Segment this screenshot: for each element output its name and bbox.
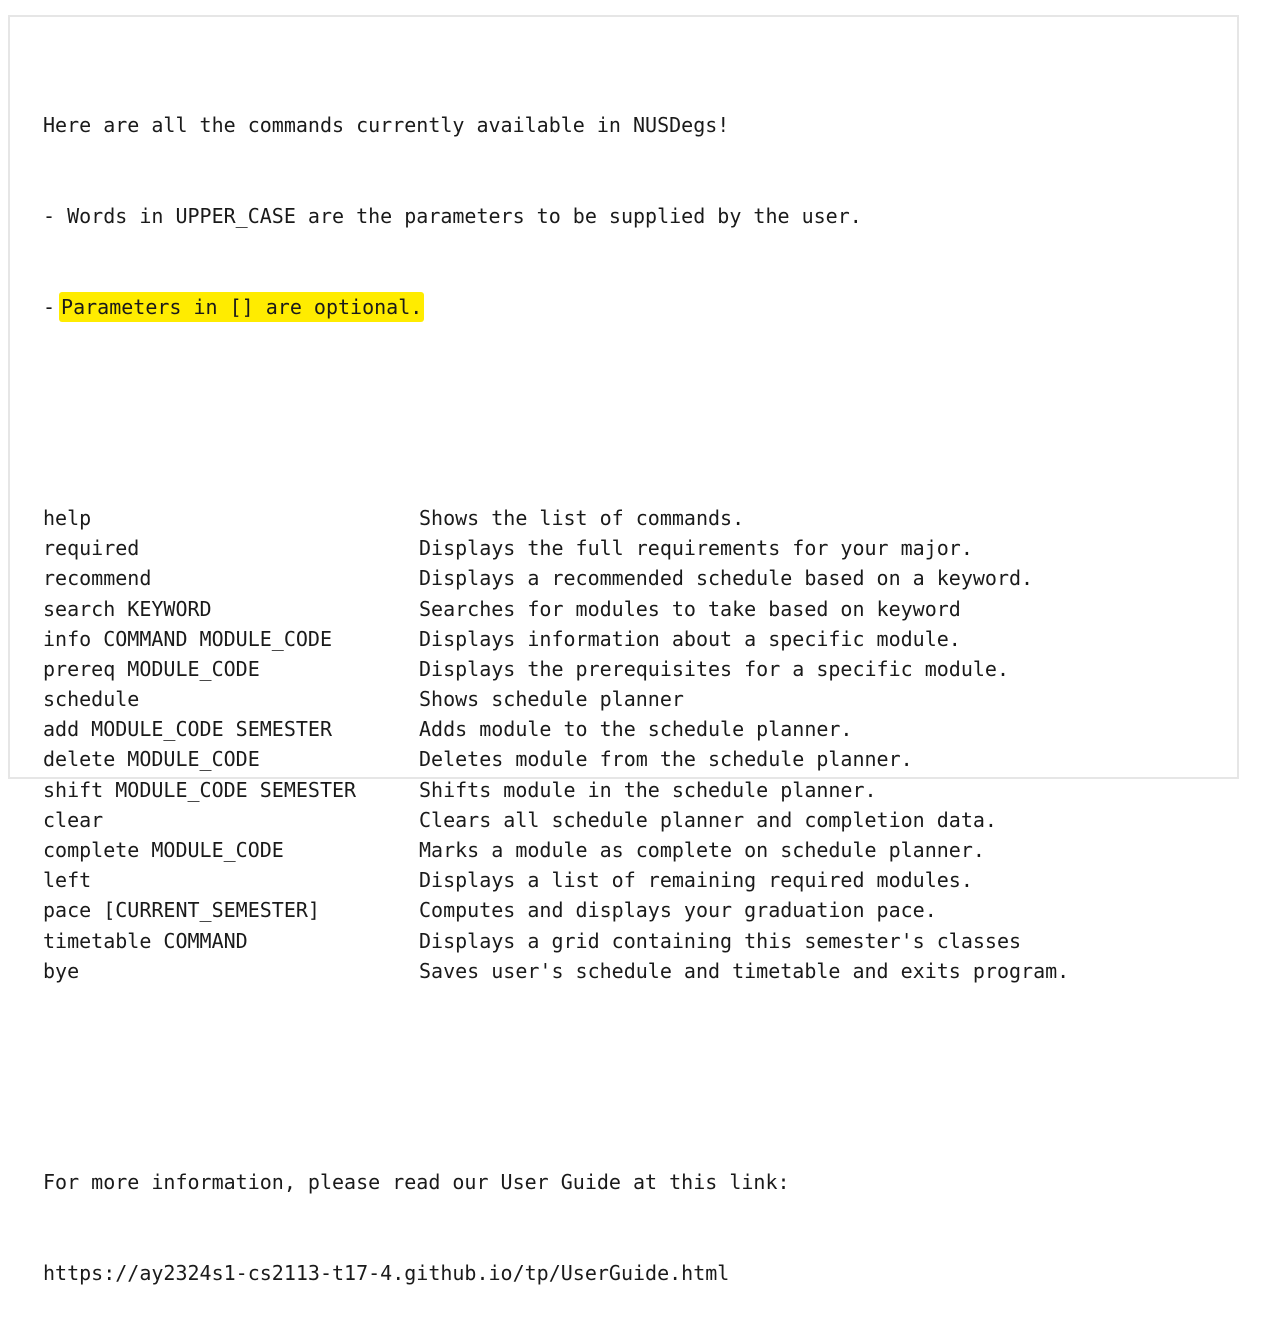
- command-name: delete MODULE_CODE: [43, 747, 260, 772]
- command-description: Marks a module as complete on schedule p…: [419, 838, 985, 863]
- command-description: Shows the list of commands.: [419, 505, 745, 530]
- command-name: pace [CURRENT_SEMESTER]: [43, 898, 320, 923]
- command-row: recommend Displays a recommended schedule…: [43, 563, 1069, 593]
- command-row: required Displays the full requirements f…: [43, 533, 1069, 563]
- command-description: Searches for modules to take based on ke…: [419, 596, 961, 621]
- command-description: Displays a grid containing this semester…: [419, 928, 1022, 953]
- command-description: Clears all schedule planner and completi…: [419, 807, 997, 832]
- command-description: Displays the prerequisites for a specifi…: [419, 656, 1010, 681]
- command-row: help Shows the list of commands.: [43, 503, 1069, 533]
- command-description: Deletes module from the schedule planner…: [419, 747, 913, 772]
- help-text-block: Here are all the commands currently avai…: [43, 50, 1069, 1318]
- command-description: Displays a list of remaining required mo…: [419, 868, 973, 893]
- command-row: schedule Shows schedule planner: [43, 684, 1069, 714]
- command-row: pace [CURRENT_SEMESTER] Computes and disp…: [43, 895, 1069, 925]
- user-guide-link[interactable]: https://ay2324s1-cs2113-t17-4.github.io/…: [43, 1258, 1069, 1288]
- command-row: timetable COMMAND Displays a grid contain…: [43, 926, 1069, 956]
- command-name: left: [43, 868, 92, 893]
- intro-line-1: Here are all the commands currently avai…: [43, 113, 730, 138]
- command-row: prereq MODULE_CODE Displays the prerequis…: [43, 654, 1069, 684]
- command-description: Displays a recommended schedule based on…: [419, 566, 1034, 591]
- command-description: Shows schedule planner: [419, 687, 684, 712]
- intro-line-3-prefix: -: [43, 294, 56, 319]
- command-name: required: [43, 536, 140, 561]
- command-list: help Shows the list of commands. required D…: [43, 503, 1069, 986]
- intro-line-3: - Parameters in [] are optional.: [43, 291, 1069, 322]
- command-description: Displays the full requirements for your …: [419, 536, 973, 561]
- command-name: search KEYWORD: [43, 596, 212, 621]
- command-description: Saves user's schedule and timetable and …: [419, 958, 1070, 983]
- command-name: clear: [43, 807, 104, 832]
- command-row: clear Clears all schedule planner and com…: [43, 805, 1069, 835]
- command-row: info COMMAND MODULE_CODE Displays informa…: [43, 624, 1069, 654]
- command-description: Computes and displays your graduation pa…: [419, 898, 937, 923]
- command-name: complete MODULE_CODE: [43, 838, 284, 863]
- command-name: help: [43, 505, 92, 530]
- command-description: Adds module to the schedule planner.: [419, 717, 853, 742]
- command-row: bye Saves user's schedule and timetable a…: [43, 956, 1069, 986]
- command-name: bye: [43, 958, 80, 983]
- command-row: add MODULE_CODE SEMESTER Adds module to t…: [43, 714, 1069, 744]
- command-name: add MODULE_CODE SEMESTER: [43, 717, 332, 742]
- footer-line: For more information, please read our Us…: [43, 1170, 790, 1195]
- intro-line-2: - Words in UPPER_CASE are the parameters…: [43, 204, 862, 228]
- command-name: prereq MODULE_CODE: [43, 656, 260, 681]
- highlighted-optional-note: Parameters in [] are optional.: [59, 291, 425, 322]
- command-row: search KEYWORD Searches for modules to ta…: [43, 594, 1069, 624]
- command-name: schedule: [43, 687, 140, 712]
- command-name: recommend: [43, 566, 152, 591]
- command-description: Displays information about a specific mo…: [419, 626, 961, 651]
- command-name: info COMMAND MODULE_CODE: [43, 626, 332, 651]
- command-row: complete MODULE_CODE Marks a module as co…: [43, 835, 1069, 865]
- command-name: timetable COMMAND: [43, 928, 248, 953]
- command-row: left Displays a list of remaining require…: [43, 865, 1069, 895]
- command-row: delete MODULE_CODE Deletes module from th…: [43, 744, 1069, 774]
